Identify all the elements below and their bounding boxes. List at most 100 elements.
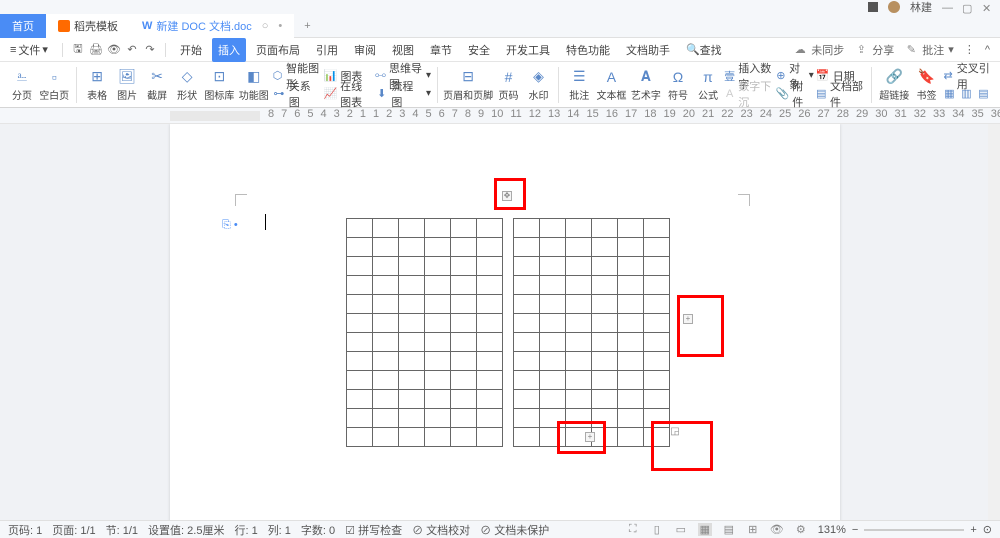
btn-shapes[interactable]: ◇形状 [173,65,201,105]
username[interactable]: 林建 [910,0,932,15]
blankpage-icon: ▫ [52,68,57,86]
tab-add[interactable]: + [294,14,320,38]
btn-bookmark[interactable]: 🔖书签 [912,65,940,105]
btn-funcchart[interactable]: ◧功能图 [238,65,270,105]
redo-icon[interactable]: ↷ [143,43,157,56]
zoom-in-icon[interactable]: + [970,524,976,536]
table-add-col-icon[interactable]: + [683,314,693,324]
expand-icon[interactable]: ^ [985,44,990,56]
btn-relation[interactable]: ⊶关系图 [272,86,322,102]
btn-picture[interactable]: 🖼图片 [113,65,141,105]
table-handle-move-icon[interactable]: ✥ [502,191,512,201]
zoom-slider[interactable] [864,529,964,531]
status-row[interactable]: 行: 1 [234,522,257,538]
menu-review[interactable]: 审阅 [348,38,382,62]
btn-blankpage[interactable]: ▫空白页 [38,65,70,105]
btn-symbol[interactable]: Ω符号 [664,65,692,105]
menu-feature[interactable]: 特色功能 [560,38,616,62]
table-resize-icon[interactable]: ◲ [670,428,680,438]
view-page-icon[interactable]: ▦ [698,523,712,536]
daoke-icon [58,20,70,32]
btn-iconlib[interactable]: ⊡图标库 [203,65,235,105]
table-add-row-icon[interactable]: + [585,432,595,442]
status-pages[interactable]: 页面: 1/1 [52,522,95,538]
status-spellcheck[interactable]: ☑ 拼写检查 [345,522,402,538]
zoom-value: 131% [818,524,846,536]
menu-start[interactable]: 开始 [174,38,208,62]
tab-daoke[interactable]: 稻壳模板 [46,14,130,38]
menu-reference[interactable]: 引用 [310,38,344,62]
save-icon[interactable]: 🖫 [71,40,85,59]
status-proof[interactable]: ⊘ 文档校对 [412,522,470,538]
close-icon[interactable]: ✕ [982,2,992,12]
btn-attach[interactable]: 📎附件 [776,86,814,102]
btn-screenshot[interactable]: ✂截屏 [143,65,171,105]
btn-crossref[interactable]: ⇄交叉引用 [942,68,992,84]
btn-table[interactable]: ⊞表格 [83,65,111,105]
tab-home[interactable]: 首页 [0,14,46,38]
ruler-numbers: 8765432112345678910111213141516171819202… [268,108,1000,120]
view-toggles[interactable]: ▦▥▤ [942,86,992,102]
zoom-out-icon[interactable]: − [852,524,858,536]
col-charts: ⬡智能图形 ⊶关系图 [272,65,322,105]
tab-close-icon[interactable]: • [278,20,282,32]
btn-docparts[interactable]: ▤文档部件 [816,86,866,102]
btn-pagebreak[interactable]: ⎁分页 [8,65,36,105]
ribbon: ⎁分页 ▫空白页 ⊞表格 🖼图片 ✂截屏 ◇形状 ⊡图标库 ◧功能图 ⬡智能图形… [0,62,1000,108]
minimize-icon[interactable]: — [942,2,952,12]
menu-section[interactable]: 章节 [424,38,458,62]
maximize-icon[interactable]: ▢ [962,2,972,12]
zoom-fit-icon[interactable]: ⊙ [983,523,992,536]
view-web-icon[interactable]: ⊞ [746,523,760,536]
menu-view[interactable]: 视图 [386,38,420,62]
preview-icon[interactable]: 👁 [107,43,121,56]
wordart-icon: 𝐀 [641,68,651,86]
status-chars[interactable]: 字数: 0 [301,522,335,538]
btn-pagenum[interactable]: #页码 [494,65,522,105]
menu-insert[interactable]: 插入 [212,38,246,62]
menu-security[interactable]: 安全 [462,38,496,62]
table-container-2[interactable] [513,218,670,447]
table-right[interactable] [513,218,670,447]
status-setval[interactable]: 设置值: 2.5厘米 [148,522,224,538]
status-col[interactable]: 列: 1 [268,522,291,538]
btn-onlinechart[interactable]: 📈在线图表 [323,86,373,102]
tab-document[interactable]: W新建 DOC 文档.doc○• [130,14,294,38]
btn-headerfooter[interactable]: ⊟页眉和页脚 [444,65,493,105]
view-read-icon[interactable]: ▭ [674,523,688,536]
view-outline-icon[interactable]: ▤ [722,523,736,536]
table-left[interactable] [346,218,503,447]
ruler-horizontal[interactable]: 8765432112345678910111213141516171819202… [0,108,1000,124]
btn-hyperlink[interactable]: 🔗超链接 [878,65,910,105]
fullscreen-icon[interactable]: ⛶ [626,523,640,536]
btn-equation[interactable]: π公式 [694,65,722,105]
btn-textbox[interactable]: A文本框 [595,65,627,105]
zoom-control[interactable]: 131% − + ⊙ [818,523,992,536]
btn-wordart[interactable]: 𝐀艺术字 [630,65,662,105]
btn-watermark[interactable]: ◈水印 [524,65,552,105]
view-mobile-icon[interactable]: ▯ [650,523,664,536]
btn-comment[interactable]: ☰批注 [565,65,593,105]
undo-icon[interactable]: ↶ [125,43,139,56]
print-icon[interactable]: 🖨 [89,43,103,56]
eye-protect-icon[interactable]: 👁 [770,523,784,536]
btn-flowchart[interactable]: ⬇流程图▾ [375,86,431,102]
status-section[interactable]: 节: 1/1 [106,522,138,538]
table-container[interactable] [346,218,503,447]
menu-assistant[interactable]: 文档助手 [620,38,676,62]
menu-search[interactable]: 🔍 查找 [680,38,728,62]
scrollbar-vertical[interactable] [988,124,1000,520]
status-protect[interactable]: ⊘ 文档未保护 [480,522,549,538]
sync-status[interactable]: ☁未同步 [793,42,844,58]
settings-icon[interactable]: ⚙ [794,523,808,536]
status-page[interactable]: 页码: 1 [8,522,42,538]
more-icon[interactable]: ⋮ [964,43,975,56]
titlebar: 林建 — ▢ ✕ [0,0,1000,14]
textbox-icon: A [607,68,616,86]
share-button[interactable]: ⇪分享 [854,42,894,58]
file-menu[interactable]: ≡ 文件 ▾ [10,42,48,58]
menu-layout[interactable]: 页面布局 [250,38,306,62]
comment-button[interactable]: ✎批注 ▾ [904,42,954,58]
menu-dev[interactable]: 开发工具 [500,38,556,62]
user-avatar[interactable] [888,1,900,13]
